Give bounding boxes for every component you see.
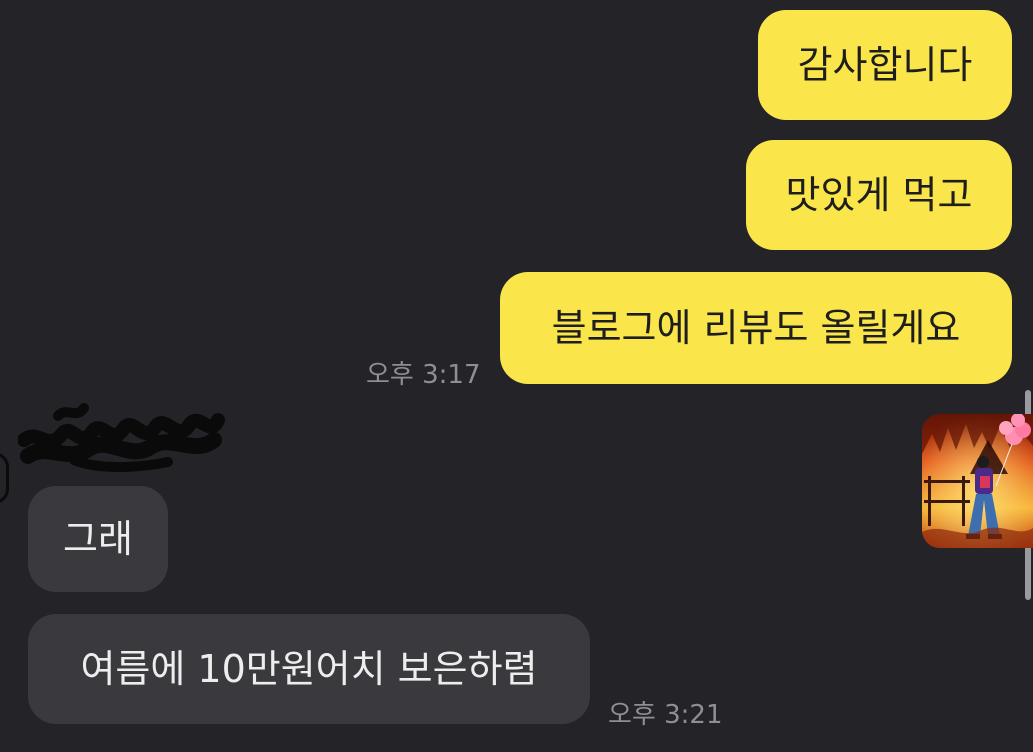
message-text: 블로그에 리뷰도 올릴게요 (551, 306, 961, 350)
message-timestamp: 오후 3:17 (366, 360, 481, 390)
outgoing-message-bubble[interactable]: 감사합니다 (758, 10, 1012, 120)
message-text: 감사합니다 (797, 43, 973, 87)
message-text: 맛있게 먹고 (785, 173, 973, 217)
outgoing-message-bubble[interactable]: 블로그에 리뷰도 올릴게요 (500, 272, 1012, 384)
outgoing-message-bubble[interactable]: 맛있게 먹고 (746, 140, 1012, 250)
message-timestamp: 오후 3:21 (608, 700, 723, 730)
message-text: 그래 (63, 517, 133, 561)
incoming-message-bubble[interactable]: 여름에 10만원어치 보은하렴 (28, 614, 590, 724)
incoming-message-bubble[interactable]: 그래 (28, 486, 168, 592)
message-text: 여름에 10만원어치 보은하렴 (80, 647, 538, 691)
avatar-icon[interactable] (0, 452, 9, 504)
fire-emoticon-sticker[interactable] (922, 414, 1033, 548)
sender-name-redacted (17, 398, 228, 482)
